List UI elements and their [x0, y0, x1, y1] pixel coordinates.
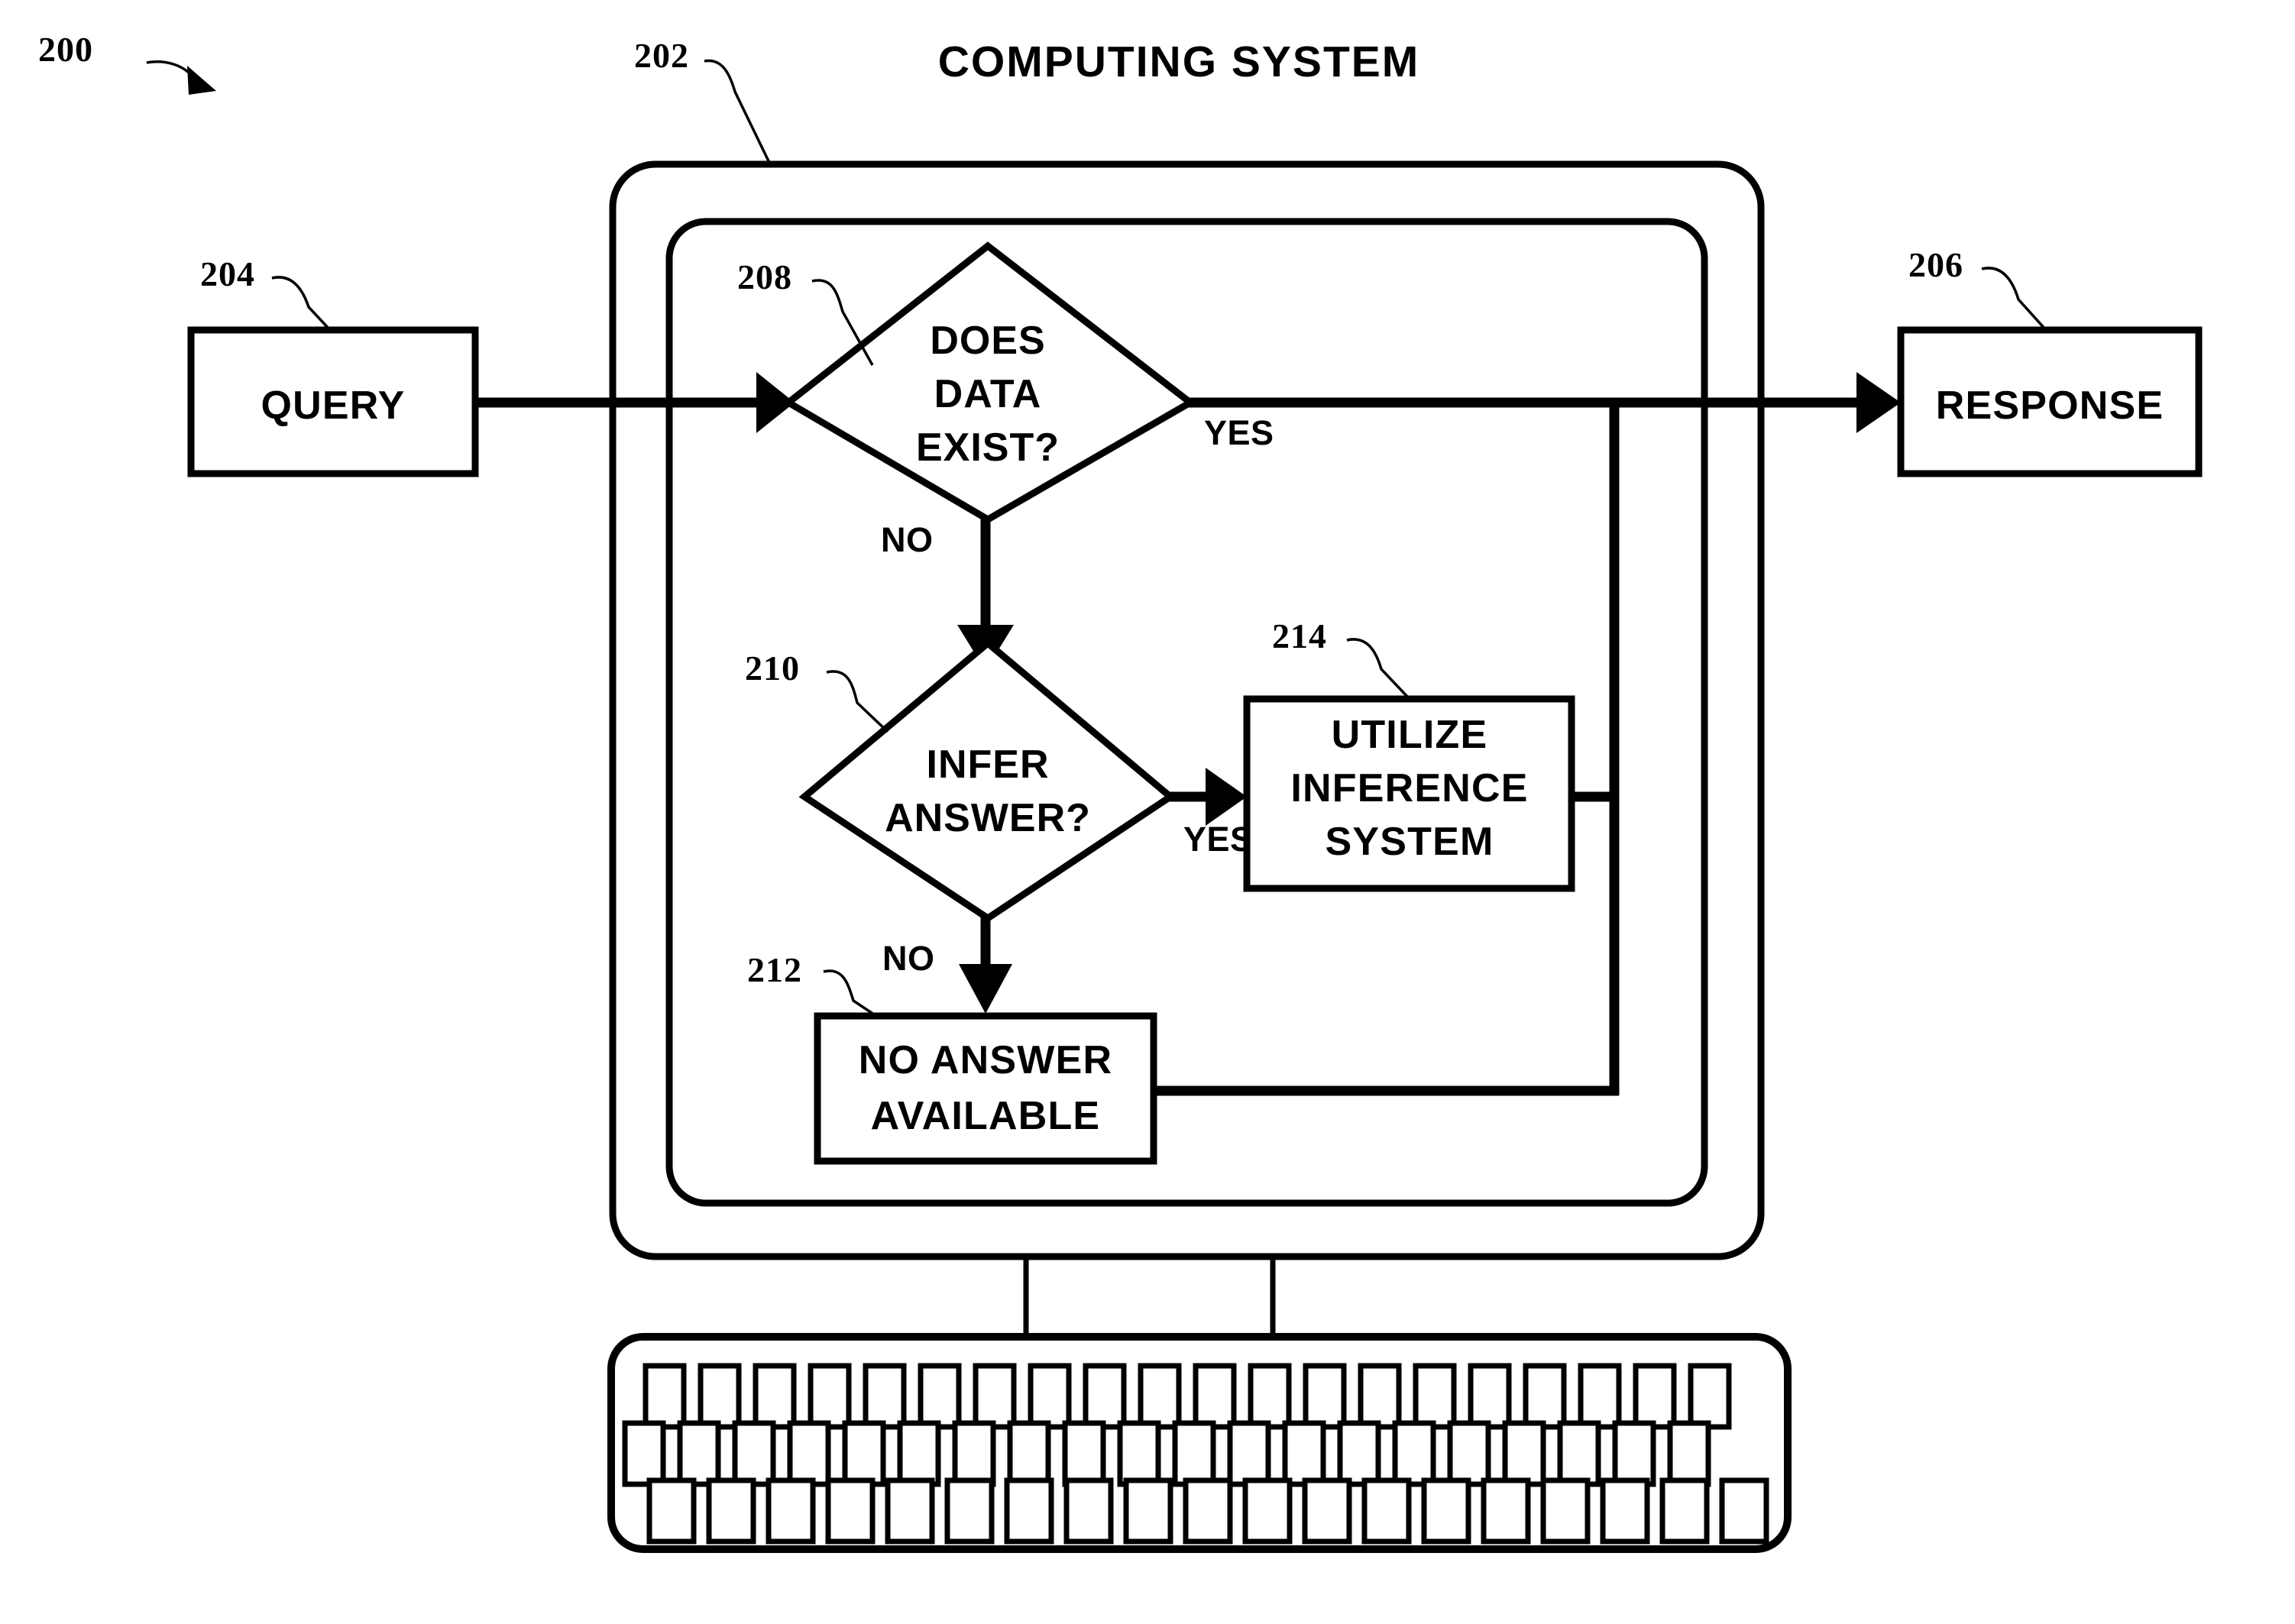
keyboard-key	[677, 1420, 721, 1487]
response-leader-line	[1981, 267, 2047, 332]
infer-answer-line-2: ANSWER?	[885, 796, 1091, 840]
keyboard-key	[1392, 1420, 1436, 1487]
ref-numeral-210: 210	[745, 649, 800, 687]
branch-label-infer-no: NO	[882, 939, 935, 978]
keyboard-key	[1540, 1477, 1591, 1545]
does-data-exist-line-2: DATA	[934, 372, 1042, 416]
keyboard-key	[1413, 1363, 1457, 1430]
keyboard-key	[842, 1420, 886, 1487]
keyboard-key	[698, 1363, 742, 1430]
no-answer-available-line-2: AVAILABLE	[871, 1094, 1101, 1138]
infer-answer-line-1: INFER	[927, 742, 1050, 787]
keyboard-key	[1248, 1363, 1292, 1430]
keyboard-key	[825, 1477, 876, 1545]
arrowhead-into-response	[1856, 372, 1901, 433]
keyboard-key	[1502, 1420, 1546, 1487]
ref-numeral-202: 202	[634, 36, 689, 75]
keyboard-key	[944, 1477, 995, 1545]
keyboard-key	[885, 1477, 935, 1545]
keyboard-key	[1719, 1477, 1769, 1545]
keyboard-key	[766, 1477, 816, 1545]
keyboard-key	[1117, 1420, 1161, 1487]
keyboard-key	[952, 1420, 996, 1487]
keyboard-key	[1659, 1477, 1710, 1545]
keyboard-key	[1123, 1477, 1173, 1545]
keyboard-key	[1193, 1363, 1237, 1430]
keyboard-key	[732, 1420, 776, 1487]
branch-label-data-exist-yes: YES	[1204, 413, 1274, 452]
keyboard-key	[1004, 1477, 1054, 1545]
page-title: COMPUTING SYSTEM	[938, 37, 1420, 86]
no-answer-available-line-1: NO ANSWER	[859, 1038, 1112, 1082]
keyboard-key	[1282, 1420, 1326, 1487]
figure-ref-leader-line	[146, 60, 194, 78]
keyboard-key	[1138, 1363, 1182, 1430]
keyboard-key	[1242, 1477, 1293, 1545]
keyboard-key	[1421, 1477, 1471, 1545]
keyboard-key	[1303, 1363, 1347, 1430]
utilize-inference-line-3: SYSTEM	[1325, 820, 1494, 864]
keyboard-key	[1172, 1420, 1216, 1487]
ref-numeral-200: 200	[38, 30, 93, 69]
keyboard-key	[1667, 1420, 1711, 1487]
keyboard-key	[1227, 1420, 1271, 1487]
query-leader-line	[271, 276, 332, 332]
keyboard-key	[918, 1363, 962, 1430]
ref-numeral-208: 208	[737, 257, 792, 296]
keyboard-key	[1183, 1477, 1233, 1545]
keyboard-key	[1361, 1477, 1412, 1545]
keyboard-key	[643, 1363, 687, 1430]
figure-ref-arrowhead	[187, 66, 216, 95]
keyboard-key	[1600, 1477, 1650, 1545]
keyboard-key	[646, 1477, 697, 1545]
keyboard-key	[1028, 1363, 1072, 1430]
keyboard-key	[1062, 1420, 1106, 1487]
keyboard-key	[753, 1363, 797, 1430]
keyboard-key	[1083, 1363, 1127, 1430]
keyboard-key	[787, 1420, 831, 1487]
ref-numeral-212: 212	[747, 950, 802, 989]
patent-figure-page: 200 COMPUTING SYSTEM 202 QUERY 204 RESPO…	[0, 0, 2295, 1624]
flowchart-figure: 200 COMPUTING SYSTEM 202 QUERY 204 RESPO…	[38, 30, 2203, 1553]
keyboard-key	[1523, 1363, 1567, 1430]
keyboard-key	[1063, 1477, 1114, 1545]
keyboard-key	[1337, 1420, 1381, 1487]
keyboard-key	[622, 1420, 666, 1487]
keyboard-key	[1633, 1363, 1677, 1430]
keyboard-key	[1688, 1363, 1732, 1430]
keyboard-key	[1358, 1363, 1402, 1430]
does-data-exist-line-3: EXIST?	[916, 425, 1060, 470]
query-box-label: QUERY	[261, 383, 406, 428]
keyboard-key	[973, 1363, 1017, 1430]
keyboard-key	[1612, 1420, 1656, 1487]
keyboard-key	[863, 1363, 907, 1430]
keyboard-key	[808, 1363, 852, 1430]
keyboard-key	[1557, 1420, 1601, 1487]
keyboard-key	[897, 1420, 941, 1487]
computing-system-leader-line	[704, 59, 772, 165]
branch-label-data-exist-no: NO	[881, 520, 934, 559]
utilize-inference-line-2: INFERENCE	[1290, 766, 1528, 810]
keyboard-key	[1468, 1363, 1512, 1430]
keyboard-key	[706, 1477, 756, 1545]
response-box-label: RESPONSE	[1936, 383, 2164, 428]
keyboard-key	[1302, 1477, 1352, 1545]
ref-numeral-204: 204	[200, 254, 255, 293]
keyboard-key	[1578, 1363, 1622, 1430]
keyboard-key	[1007, 1420, 1051, 1487]
ref-numeral-206: 206	[1908, 245, 1963, 284]
keyboard-key	[1447, 1420, 1491, 1487]
ref-numeral-214: 214	[1272, 616, 1327, 655]
utilize-inference-line-1: UTILIZE	[1332, 713, 1488, 757]
keyboard-key	[1481, 1477, 1531, 1545]
branch-label-infer-yes: YES	[1183, 820, 1254, 859]
does-data-exist-line-1: DOES	[930, 319, 1045, 363]
